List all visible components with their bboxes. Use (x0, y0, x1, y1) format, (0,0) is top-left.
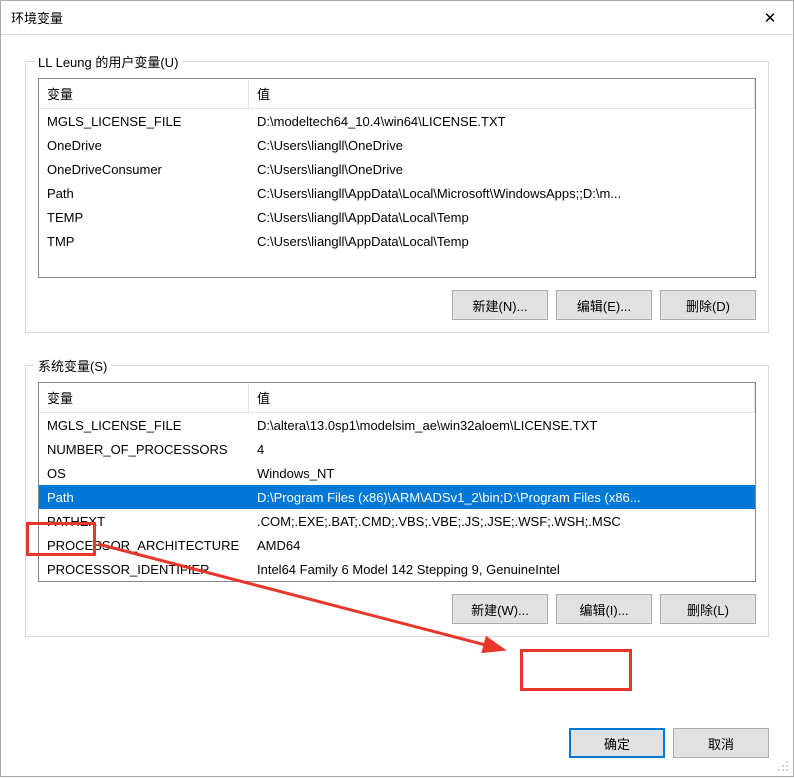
table-row[interactable]: TMPC:\Users\liangll\AppData\Local\Temp (39, 229, 755, 253)
cell-name: TEMP (39, 208, 249, 227)
user-col-name[interactable]: 变量 (39, 79, 249, 108)
sys-vars-table[interactable]: 变量 值 MGLS_LICENSE_FILED:\altera\13.0sp1\… (38, 382, 756, 582)
user-vars-group: LL Leung 的用户变量(U) 变量 值 MGLS_LICENSE_FILE… (25, 61, 769, 333)
user-vars-header: 变量 值 (39, 79, 755, 109)
table-row[interactable]: PathD:\Program Files (x86)\ARM\ADSv1_2\b… (39, 485, 755, 509)
cell-name: NUMBER_OF_PROCESSORS (39, 440, 249, 459)
cell-value: AMD64 (249, 536, 755, 555)
table-row[interactable]: PROCESSOR_ARCHITECTUREAMD64 (39, 533, 755, 557)
user-vars-table[interactable]: 变量 值 MGLS_LICENSE_FILED:\modeltech64_10.… (38, 78, 756, 278)
table-row[interactable]: OSWindows_NT (39, 461, 755, 485)
table-row[interactable]: PathC:\Users\liangll\AppData\Local\Micro… (39, 181, 755, 205)
user-delete-button[interactable]: 删除(D) (660, 290, 756, 320)
user-vars-label: LL Leung 的用户变量(U) (34, 52, 182, 71)
sys-vars-header: 变量 值 (39, 383, 755, 413)
table-row[interactable]: MGLS_LICENSE_FILED:\modeltech64_10.4\win… (39, 109, 755, 133)
cell-value: Windows_NT (249, 464, 755, 483)
close-button[interactable]: ✕ (747, 2, 793, 34)
sys-col-value[interactable]: 值 (249, 383, 755, 412)
cell-name: PROCESSOR_IDENTIFIER (39, 560, 249, 579)
cell-name: PATHEXT (39, 512, 249, 531)
sys-vars-body[interactable]: MGLS_LICENSE_FILED:\altera\13.0sp1\model… (39, 413, 755, 581)
cell-value: D:\Program Files (x86)\ARM\ADSv1_2\bin;D… (249, 488, 755, 507)
cell-name: OneDriveConsumer (39, 160, 249, 179)
window-title: 环境变量 (11, 8, 63, 27)
cell-value: 4 (249, 440, 755, 459)
cell-name: MGLS_LICENSE_FILE (39, 112, 249, 131)
env-vars-dialog: 环境变量 ✕ LL Leung 的用户变量(U) 变量 值 MGLS_LICEN… (0, 0, 794, 777)
sys-edit-button[interactable]: 编辑(I)... (556, 594, 652, 624)
dialog-content: LL Leung 的用户变量(U) 变量 值 MGLS_LICENSE_FILE… (1, 35, 793, 728)
user-col-value[interactable]: 值 (249, 79, 755, 108)
cell-value: C:\Users\liangll\OneDrive (249, 136, 755, 155)
ok-button[interactable]: 确定 (569, 728, 665, 758)
cell-name: Path (39, 488, 249, 507)
sys-delete-button[interactable]: 删除(L) (660, 594, 756, 624)
user-vars-body[interactable]: MGLS_LICENSE_FILED:\modeltech64_10.4\win… (39, 109, 755, 277)
table-row[interactable]: OneDriveC:\Users\liangll\OneDrive (39, 133, 755, 157)
table-row[interactable]: PATHEXT.COM;.EXE;.BAT;.CMD;.VBS;.VBE;.JS… (39, 509, 755, 533)
cell-value: D:\modeltech64_10.4\win64\LICENSE.TXT (249, 112, 755, 131)
sys-vars-group: 系统变量(S) 变量 值 MGLS_LICENSE_FILED:\altera\… (25, 365, 769, 637)
cell-value: D:\altera\13.0sp1\modelsim_ae\win32aloem… (249, 416, 755, 435)
cell-value: Intel64 Family 6 Model 142 Stepping 9, G… (249, 560, 755, 579)
cell-value: C:\Users\liangll\AppData\Local\Temp (249, 232, 755, 251)
sys-vars-buttons: 新建(W)... 编辑(I)... 删除(L) (38, 594, 756, 624)
cell-value: C:\Users\liangll\AppData\Local\Microsoft… (249, 184, 755, 203)
table-row[interactable]: OneDriveConsumerC:\Users\liangll\OneDriv… (39, 157, 755, 181)
user-edit-button[interactable]: 编辑(E)... (556, 290, 652, 320)
cell-name: TMP (39, 232, 249, 251)
sys-vars-label: 系统变量(S) (34, 356, 111, 375)
cell-name: OneDrive (39, 136, 249, 155)
table-row[interactable]: TEMPC:\Users\liangll\AppData\Local\Temp (39, 205, 755, 229)
table-row[interactable]: MGLS_LICENSE_FILED:\altera\13.0sp1\model… (39, 413, 755, 437)
user-vars-buttons: 新建(N)... 编辑(E)... 删除(D) (38, 290, 756, 320)
dialog-footer: 确定 取消 (1, 728, 793, 776)
cancel-button[interactable]: 取消 (673, 728, 769, 758)
cell-value: C:\Users\liangll\AppData\Local\Temp (249, 208, 755, 227)
cell-name: MGLS_LICENSE_FILE (39, 416, 249, 435)
cell-name: OS (39, 464, 249, 483)
cell-value: C:\Users\liangll\OneDrive (249, 160, 755, 179)
cell-name: PROCESSOR_ARCHITECTURE (39, 536, 249, 555)
titlebar: 环境变量 ✕ (1, 1, 793, 35)
cell-value: .COM;.EXE;.BAT;.CMD;.VBS;.VBE;.JS;.JSE;.… (249, 512, 755, 531)
cell-name: Path (39, 184, 249, 203)
user-new-button[interactable]: 新建(N)... (452, 290, 548, 320)
table-row[interactable]: NUMBER_OF_PROCESSORS4 (39, 437, 755, 461)
sys-new-button[interactable]: 新建(W)... (452, 594, 548, 624)
table-row[interactable]: PROCESSOR_IDENTIFIERIntel64 Family 6 Mod… (39, 557, 755, 581)
sys-col-name[interactable]: 变量 (39, 383, 249, 412)
